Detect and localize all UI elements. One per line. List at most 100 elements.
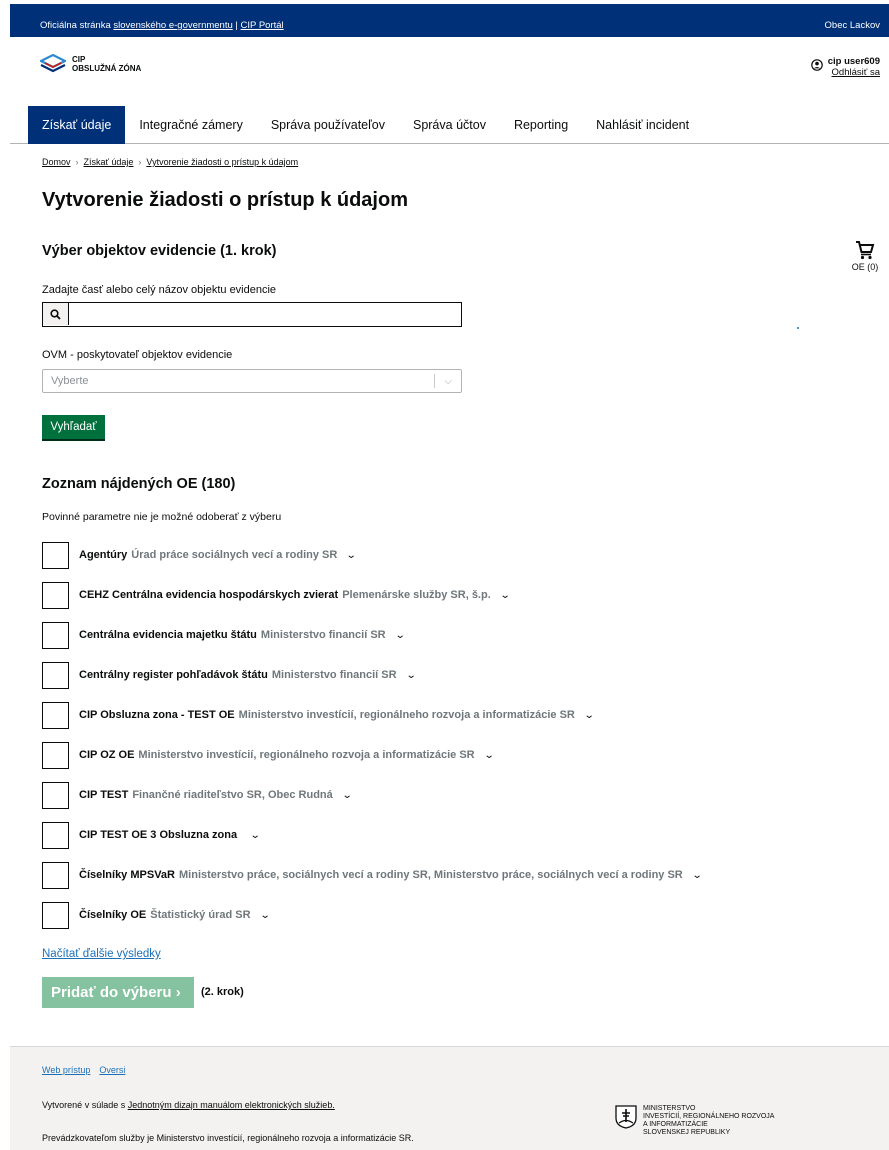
- oe-ovm: Úrad práce sociálnych vecí a rodiny SR: [131, 549, 338, 561]
- breadcrumb-ziskat-udaje[interactable]: Získať údaje: [84, 157, 134, 167]
- chevron-down-icon[interactable]: ⌄: [394, 622, 405, 649]
- oe-ovm: Plemenárske služby SR, š.p.: [342, 589, 491, 601]
- oe-checkbox[interactable]: [42, 902, 69, 929]
- logo-line2: OBSLUŽNÁ ZÓNA: [72, 64, 142, 73]
- add-to-selection-button[interactable]: Pridať do výberu ›: [42, 977, 194, 1008]
- nav-integracne-zamery[interactable]: Integračné zámery: [125, 106, 257, 144]
- chevron-down-icon[interactable]: ⌄: [584, 702, 595, 729]
- user-name: cip user609: [827, 56, 880, 67]
- search-input[interactable]: [42, 302, 462, 327]
- breadcrumb-home[interactable]: Domov: [42, 157, 71, 167]
- ministry-line2: investícií, regionálneho rozvoja: [643, 1113, 775, 1120]
- list-item: CIP OZ OE Ministerstvo investícií, region…: [42, 742, 862, 782]
- ministry-line4: Slovenskej republiky: [643, 1129, 731, 1136]
- oe-ovm: Ministerstvo práce, sociálnych vecí a ro…: [179, 869, 683, 881]
- oe-name: CIP TEST OE 3 Obsluzna zona: [79, 829, 238, 841]
- coat-of-arms-icon: [615, 1105, 637, 1129]
- nav-sprava-pouzivatelov[interactable]: Správa používateľov: [257, 106, 399, 144]
- logo-icon: [40, 54, 66, 73]
- org-name[interactable]: Obec Lackov: [825, 20, 880, 31]
- chevron-down-icon[interactable]: ⌄: [500, 582, 511, 609]
- search-input-value[interactable]: [69, 303, 461, 326]
- results-heading: Zoznam nájdených OE (180): [42, 476, 236, 492]
- oe-checkbox[interactable]: [42, 822, 69, 849]
- step2-label: (2. krok): [201, 986, 244, 998]
- logout-link[interactable]: Odhlásiť sa: [828, 67, 880, 78]
- official-text: Oficiálna stránka: [40, 20, 114, 31]
- select-divider: [434, 374, 435, 388]
- add-button-label: Pridať do výberu: [51, 984, 172, 1001]
- footer: Web prístup Oversi Vytvorené v súlade s J…: [10, 1046, 889, 1150]
- load-more-link[interactable]: Načítať ďalšie výsledky: [42, 948, 161, 960]
- oe-list: Agentúry Úrad práce sociálnych vecí a rod…: [42, 542, 862, 942]
- oe-name: CIP TEST: [79, 789, 129, 801]
- ministry-line3: a informatizácie: [643, 1121, 708, 1128]
- main-nav: Získať údaje Integračné zámery Správa po…: [10, 106, 889, 144]
- chevron-down-icon[interactable]: ⌄: [691, 862, 702, 889]
- official-divider: |: [232, 20, 241, 31]
- oe-checkbox[interactable]: [42, 582, 69, 609]
- logo[interactable]: CIP OBSLUŽNÁ ZÓNA: [40, 54, 141, 74]
- list-item: Agentúry Úrad práce sociálnych vecí a rod…: [42, 542, 862, 582]
- footer-link-oversi[interactable]: Oversi: [99, 1065, 125, 1075]
- user-box: cip user609 Odhlásiť sa: [810, 56, 880, 78]
- search-button[interactable]: Vyhľadať: [42, 415, 105, 439]
- oe-ovm: Ministerstvo investícií, regionálneho ro…: [238, 709, 575, 721]
- ovm-label: OVM - poskytovateľ objektov evidencie: [42, 349, 233, 361]
- oe-checkbox[interactable]: [42, 862, 69, 889]
- list-item: Centrálna evidencia majetku štátu Ministe…: [42, 622, 862, 662]
- cart-button[interactable]: OE (0): [844, 240, 886, 272]
- ovm-select[interactable]: Vyberte ⌵: [42, 369, 462, 393]
- oe-checkbox[interactable]: [42, 542, 69, 569]
- chevron-down-icon[interactable]: ⌄: [483, 742, 494, 769]
- page-title: Vytvorenie žiadosti o prístup k údajom: [42, 189, 408, 211]
- oe-name: Centrálna evidencia majetku štátu: [79, 629, 257, 641]
- chevron-down-icon[interactable]: ⌄: [405, 662, 416, 689]
- nav-reporting[interactable]: Reporting: [500, 106, 582, 144]
- breadcrumb: Domov › Získať údaje › Vytvorenie žiados…: [42, 157, 298, 167]
- oe-checkbox[interactable]: [42, 622, 69, 649]
- breadcrumb-current[interactable]: Vytvorenie žiadosti o prístup k údajom: [146, 157, 298, 167]
- breadcrumb-separator-icon: ›: [138, 157, 142, 167]
- list-item: Centrálny register pohľadávok štátu Minis…: [42, 662, 862, 702]
- footer-design-manual-link[interactable]: Jednotným dizajn manuálom elektronických…: [128, 1100, 335, 1110]
- oe-name: Číselníky MPSVaR: [79, 869, 175, 881]
- oe-name: Agentúry: [79, 549, 128, 561]
- chevron-down-icon[interactable]: ⌄: [250, 822, 261, 849]
- chevron-right-icon: ›: [175, 984, 181, 1001]
- nav-ziskat-udaje[interactable]: Získať údaje: [28, 106, 126, 144]
- cip-portal-link[interactable]: CIP Portál: [241, 20, 284, 31]
- official-bar: Oficiálna stránka slovenského e-governme…: [10, 0, 889, 37]
- oe-name: Číselníky OE: [79, 909, 147, 921]
- chevron-down-icon[interactable]: ⌄: [346, 542, 357, 569]
- oe-checkbox[interactable]: [42, 702, 69, 729]
- oe-checkbox[interactable]: [42, 742, 69, 769]
- nav-sprava-uctov[interactable]: Správa účtov: [399, 106, 500, 144]
- chevron-down-icon[interactable]: ⌄: [342, 782, 353, 809]
- egov-link[interactable]: slovenského e-governmentu: [113, 20, 232, 31]
- header: CIP OBSLUŽNÁ ZÓNA cip user609 Odhlásiť sa: [10, 37, 889, 103]
- nav-nahlasit-incident[interactable]: Nahlásiť incident: [582, 106, 703, 144]
- ministry-line1: Ministerstvo: [643, 1105, 696, 1112]
- search-label: Zadajte časť alebo celý názov objektu ev…: [42, 284, 277, 296]
- oe-ovm: Finančné riaditeľstvo SR, Obec Rudná: [132, 789, 333, 801]
- breadcrumb-separator-icon: ›: [75, 157, 79, 167]
- logo-line1: CIP: [72, 55, 86, 64]
- results-hint: Povinné parametre nie je možné odoberať …: [42, 511, 282, 523]
- ovm-select-placeholder: Vyberte: [51, 375, 89, 387]
- chevron-down-icon: ⌵: [444, 376, 452, 387]
- oe-checkbox[interactable]: [42, 662, 69, 689]
- list-item: Číselníky MPSVaR Ministerstvo práce, soci…: [42, 862, 862, 902]
- chevron-down-icon[interactable]: ⌄: [259, 902, 270, 929]
- ministry-logo[interactable]: Ministerstvo investícií, regionálneho ro…: [615, 1105, 774, 1137]
- oe-name: CIP OZ OE: [79, 749, 135, 761]
- oe-checkbox[interactable]: [42, 782, 69, 809]
- oe-ovm: Ministerstvo investícií, regionálneho ro…: [138, 749, 475, 761]
- list-item: CIP TEST Finančné riaditeľstvo SR, Obec R…: [42, 782, 862, 822]
- cart-label: OE (0): [851, 262, 879, 272]
- oe-name: Centrálny register pohľadávok štátu: [79, 669, 268, 681]
- footer-operator-text: Prevádzkovateľom služby je Ministerstvo …: [42, 1133, 414, 1143]
- oe-ovm: Ministerstvo financií SR: [271, 669, 397, 681]
- step1-heading: Výber objektov evidencie (1. krok): [42, 243, 277, 259]
- footer-link-web-pristup[interactable]: Web prístup: [42, 1065, 90, 1075]
